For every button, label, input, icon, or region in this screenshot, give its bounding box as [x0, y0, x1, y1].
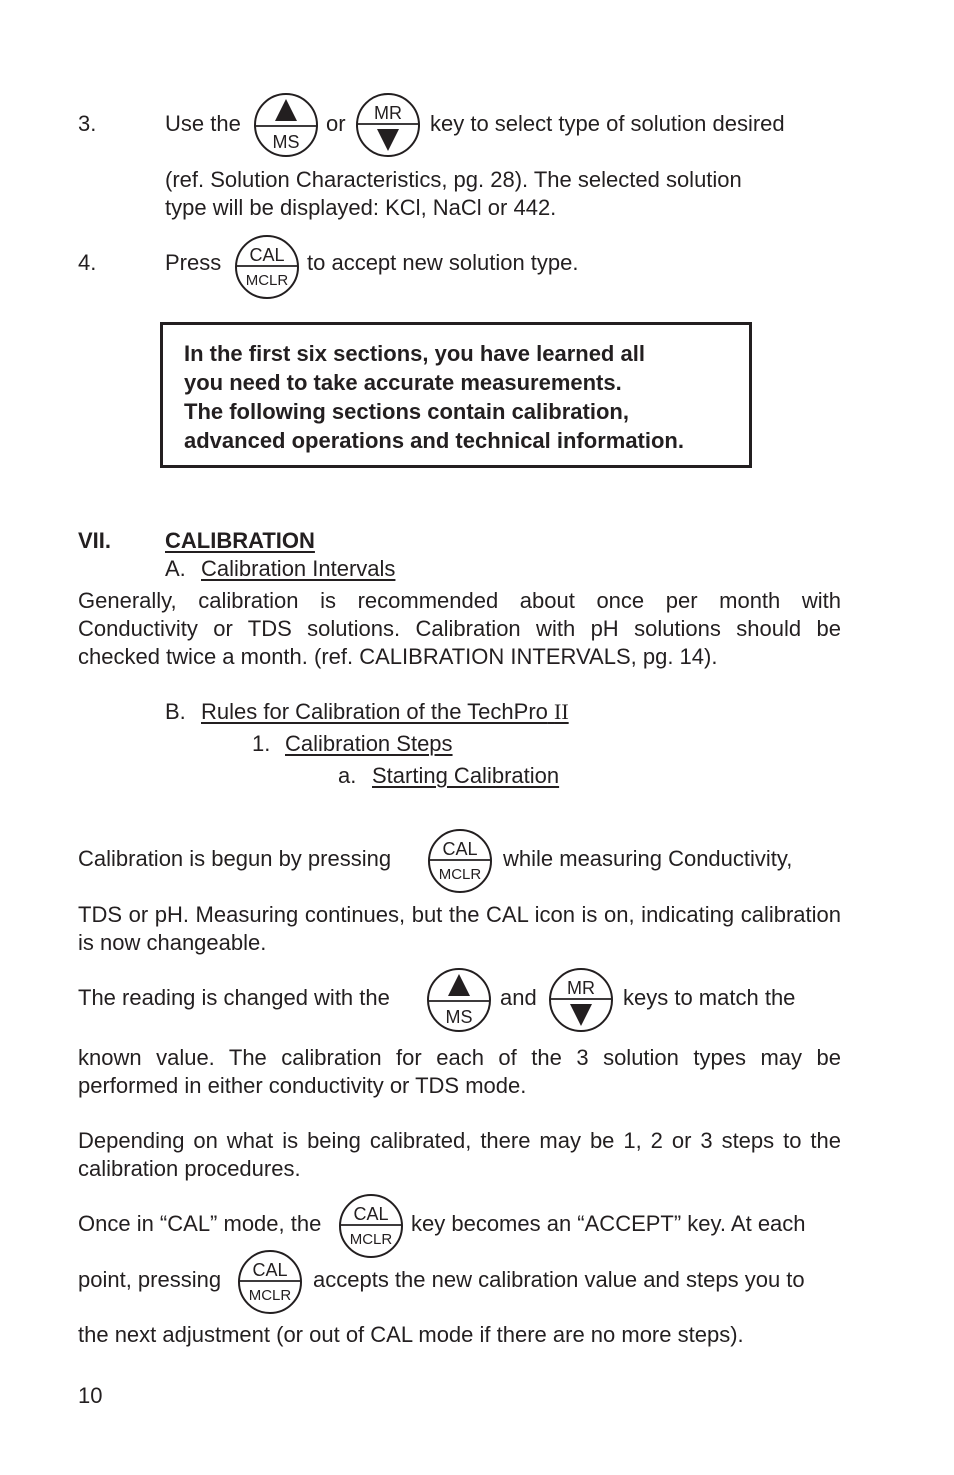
subsection-a2-letter: a.	[338, 763, 357, 788]
section-numeral: VII.	[78, 528, 112, 553]
down-arrow-icon	[570, 1004, 592, 1026]
svg-text:CAL: CAL	[249, 245, 284, 265]
subsection-a-letter: A.	[165, 556, 186, 581]
subsection-1-title: Calibration Steps	[285, 731, 453, 756]
cal-mclr-key-icon: CAL MCLR	[428, 829, 492, 893]
cal-mclr-key-icon: CAL MCLR	[235, 235, 299, 299]
notice-box: In the first six sections, you have lear…	[160, 322, 752, 468]
svg-text:MR: MR	[567, 978, 595, 998]
up-arrow-icon	[448, 974, 470, 996]
up-ms-key-icon: MS	[427, 968, 491, 1032]
step-4-text-pre: Press	[165, 250, 222, 275]
svg-text:MR: MR	[374, 103, 402, 123]
once-text-pre: Once in “CAL” mode, the	[78, 1211, 322, 1236]
point-text-pre: point, pressing	[78, 1267, 222, 1292]
step-3-continuation-2: type will be displayed: KCl, NaCl or 442…	[165, 195, 557, 220]
svg-text:CAL: CAL	[442, 839, 477, 859]
down-arrow-icon	[377, 129, 399, 151]
subsection-b-letter: B.	[165, 699, 186, 724]
step-3-text-pre: Use the	[165, 111, 241, 136]
subsection-a2-title: Starting Calibration	[372, 763, 560, 788]
reading-text-mid: and	[500, 985, 537, 1010]
step-3-text-mid: or	[326, 111, 346, 136]
begun-text-pre: Calibration is begun by pressing	[78, 846, 392, 871]
page-number: 10	[78, 1383, 103, 1408]
svg-text:MS: MS	[446, 1007, 473, 1027]
svg-text:CAL: CAL	[252, 1260, 287, 1280]
step-4-text-post: to accept new solution type.	[307, 250, 579, 275]
step-4-number: 4.	[78, 250, 97, 275]
next-adjustment-text: the next adjustment (or out of CAL mode …	[78, 1322, 744, 1347]
once-text-post: key becomes an “ACCEPT” key. At each	[411, 1211, 806, 1236]
svg-text:MCLR: MCLR	[249, 1287, 292, 1304]
svg-text:MCLR: MCLR	[246, 272, 289, 289]
svg-text:MS: MS	[273, 132, 300, 152]
subsection-a-title: Calibration Intervals	[201, 556, 396, 581]
svg-text:CAL: CAL	[353, 1204, 388, 1224]
up-arrow-icon	[275, 99, 297, 121]
step-3-continuation-1: (ref. Solution Characteristics, pg. 28).…	[165, 167, 742, 192]
section-title: CALIBRATION	[165, 528, 315, 553]
reading-continuation: known value. The calibration for each of…	[78, 1045, 841, 1098]
calibration-intervals-paragraph: Generally, calibration is recommended ab…	[78, 588, 841, 669]
notice-line: advanced operations and technical inform…	[184, 428, 684, 453]
depending-paragraph: Depending on what is being calibrated, t…	[78, 1128, 841, 1181]
subsection-b-title-text: Rules for Calibration of the TechPro	[201, 699, 548, 724]
point-text-post: accepts the new calibration value and st…	[313, 1267, 805, 1292]
subsection-b-title-suffix: II	[554, 699, 569, 724]
begun-text-post: while measuring Conductivity,	[503, 846, 793, 871]
reading-text-post: keys to match the	[623, 985, 796, 1010]
mr-down-key-icon: MR	[356, 93, 420, 157]
mr-down-key-icon: MR	[549, 968, 613, 1032]
subsection-b-title: Rules for Calibration of the TechPro II	[201, 698, 569, 726]
step-3-number: 3.	[78, 111, 97, 136]
subsection-1-number: 1.	[252, 731, 271, 756]
notice-line: In the first six sections, you have lear…	[184, 341, 645, 366]
reading-text-pre: The reading is changed with the	[78, 985, 390, 1010]
svg-text:MCLR: MCLR	[439, 866, 482, 883]
step-3-text-post: key to select type of solution desired	[430, 111, 785, 136]
notice-line: you need to take accurate measurements.	[184, 370, 622, 395]
cal-mclr-key-icon: CAL MCLR	[339, 1194, 403, 1258]
cal-mclr-key-icon: CAL MCLR	[238, 1250, 302, 1314]
notice-text: In the first six sections, you have lear…	[184, 339, 684, 455]
notice-line: The following sections contain calibrati…	[184, 399, 629, 424]
svg-text:MCLR: MCLR	[350, 1231, 393, 1248]
begun-continuation: TDS or pH. Measuring continues, but the …	[78, 902, 841, 955]
up-ms-key-icon: MS	[254, 93, 318, 157]
